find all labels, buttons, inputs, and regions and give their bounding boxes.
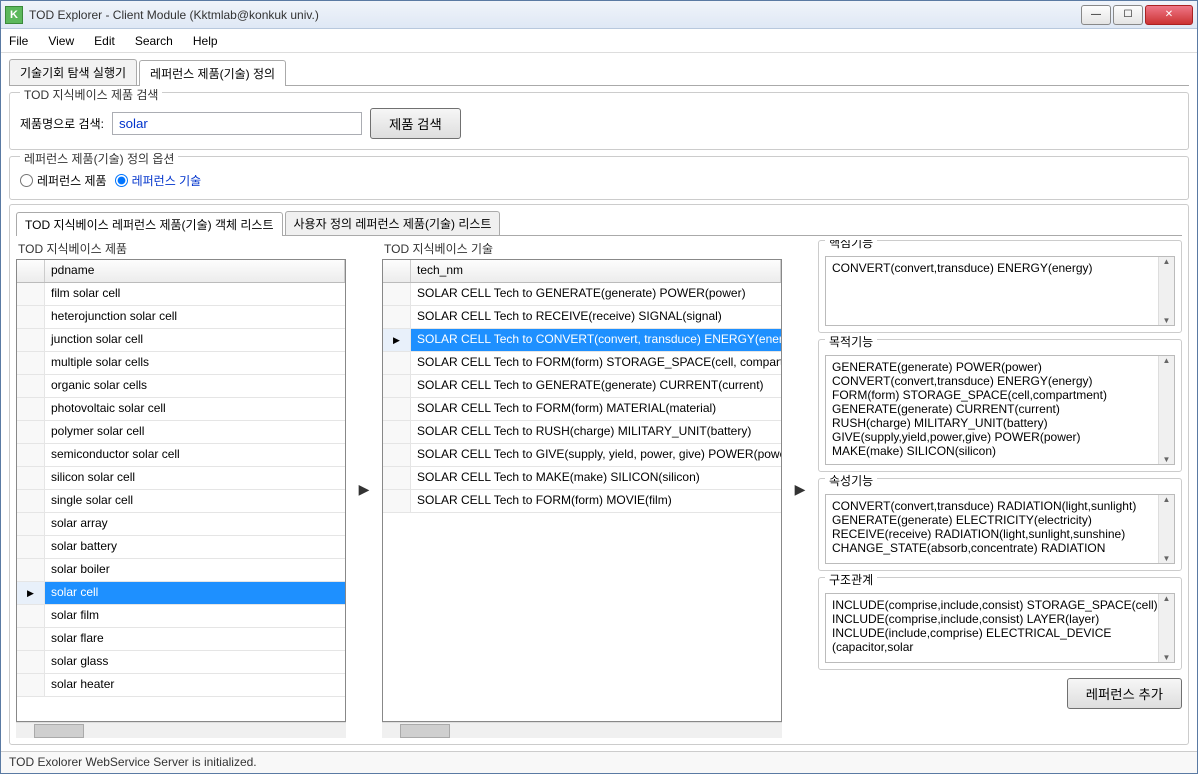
arrow-right-2[interactable]: ▶ (790, 240, 810, 738)
hscroll-mid[interactable] (382, 722, 782, 738)
app-window: K TOD Explorer - Client Module (Kktmlab@… (0, 0, 1198, 774)
search-button[interactable]: 제품 검색 (370, 108, 461, 139)
group-attr: 속성기능 CONVERT(convert,transduce) RADIATIO… (818, 478, 1182, 571)
table-row[interactable]: ▶SOLAR CELL Tech to CONVERT(convert, tra… (383, 329, 781, 352)
lists-area: TOD 지식베이스 레퍼런스 제품(기술) 객체 리스트 사용자 정의 레퍼런스… (9, 204, 1189, 745)
table-row[interactable]: solar flare (17, 628, 345, 651)
core-func-box[interactable]: CONVERT(convert,transduce) ENERGY(energy… (825, 256, 1175, 326)
mid-title: TOD 지식베이스 기술 (382, 240, 782, 257)
app-icon: K (5, 6, 23, 24)
table-row[interactable]: multiple solar cells (17, 352, 345, 375)
table-row[interactable]: photovoltaic solar cell (17, 398, 345, 421)
search-panel: TOD 지식베이스 제품 검색 제품명으로 검색: 제품 검색 (9, 92, 1189, 150)
hscroll-left[interactable] (16, 722, 346, 738)
table-row[interactable]: solar film (17, 605, 345, 628)
table-row[interactable]: organic solar cells (17, 375, 345, 398)
tech-grid[interactable]: tech_nm SOLAR CELL Tech to GENERATE(gene… (382, 259, 782, 722)
table-row[interactable]: ▶solar cell (17, 582, 345, 605)
subtab-user-list[interactable]: 사용자 정의 레퍼런스 제품(기술) 리스트 (285, 211, 501, 235)
radio-ref-tech[interactable]: 레퍼런스 기술 (115, 172, 202, 189)
col-pdname[interactable]: pdname (45, 260, 345, 282)
table-row[interactable]: SOLAR CELL Tech to GENERATE(generate) CU… (383, 375, 781, 398)
struct-rel-box[interactable]: INCLUDE(comprise,include,consist) STORAG… (825, 593, 1175, 663)
titlebar: K TOD Explorer - Client Module (Kktmlab@… (1, 1, 1197, 29)
table-row[interactable]: SOLAR CELL Tech to GENERATE(generate) PO… (383, 283, 781, 306)
arrow-right-1[interactable]: ▶ (354, 240, 374, 738)
table-row[interactable]: SOLAR CELL Tech to GIVE(supply, yield, p… (383, 444, 781, 467)
menu-search[interactable]: Search (135, 34, 173, 48)
table-row[interactable]: junction solar cell (17, 329, 345, 352)
option-panel: 레퍼런스 제품(기술) 정의 옵션 레퍼런스 제품 레퍼런스 기술 (9, 156, 1189, 200)
table-row[interactable]: solar battery (17, 536, 345, 559)
left-title: TOD 지식베이스 제품 (16, 240, 346, 257)
main-tabs: 기술기회 탐색 실행기 레퍼런스 제품(기술) 정의 (9, 59, 1189, 86)
subtab-kb-list[interactable]: TOD 지식베이스 레퍼런스 제품(기술) 객체 리스트 (16, 212, 283, 236)
table-row[interactable]: heterojunction solar cell (17, 306, 345, 329)
menu-file[interactable]: File (9, 34, 28, 48)
table-row[interactable]: polymer solar cell (17, 421, 345, 444)
maximize-button[interactable]: ☐ (1113, 5, 1143, 25)
menu-edit[interactable]: Edit (94, 34, 115, 48)
option-legend: 레퍼런스 제품(기술) 정의 옵션 (20, 150, 178, 167)
table-row[interactable]: SOLAR CELL Tech to RUSH(charge) MILITARY… (383, 421, 781, 444)
table-row[interactable]: SOLAR CELL Tech to RECEIVE(receive) SIGN… (383, 306, 781, 329)
search-label: 제품명으로 검색: (20, 115, 104, 132)
purpose-func-box[interactable]: GENERATE(generate) POWER(power)CONVERT(c… (825, 355, 1175, 465)
table-row[interactable]: solar glass (17, 651, 345, 674)
table-row[interactable]: solar array (17, 513, 345, 536)
minimize-button[interactable]: — (1081, 5, 1111, 25)
group-struct: 구조관계 INCLUDE(comprise,include,consist) S… (818, 577, 1182, 670)
product-grid[interactable]: pdname film solar cellheterojunction sol… (16, 259, 346, 722)
search-input[interactable] (112, 112, 362, 135)
statusbar: TOD Exolorer WebService Server is initia… (1, 751, 1197, 773)
table-row[interactable]: SOLAR CELL Tech to FORM(form) MOVIE(film… (383, 490, 781, 513)
table-row[interactable]: single solar cell (17, 490, 345, 513)
col-technm[interactable]: tech_nm (411, 260, 781, 282)
table-row[interactable]: solar heater (17, 674, 345, 697)
search-legend: TOD 지식베이스 제품 검색 (20, 86, 162, 103)
table-row[interactable]: SOLAR CELL Tech to MAKE(make) SILICON(si… (383, 467, 781, 490)
table-row[interactable]: silicon solar cell (17, 467, 345, 490)
table-row[interactable]: solar boiler (17, 559, 345, 582)
tab-search-runner[interactable]: 기술기회 탐색 실행기 (9, 59, 137, 85)
table-row[interactable]: film solar cell (17, 283, 345, 306)
close-button[interactable]: ✕ (1145, 5, 1193, 25)
radio-ref-product[interactable]: 레퍼런스 제품 (20, 172, 107, 189)
window-title: TOD Explorer - Client Module (Kktmlab@ko… (29, 8, 1081, 22)
menu-help[interactable]: Help (193, 34, 218, 48)
menu-view[interactable]: View (48, 34, 74, 48)
table-row[interactable]: SOLAR CELL Tech to FORM(form) MATERIAL(m… (383, 398, 781, 421)
tab-reference-def[interactable]: 레퍼런스 제품(기술) 정의 (139, 60, 286, 86)
attr-func-box[interactable]: CONVERT(convert,transduce) RADIATION(lig… (825, 494, 1175, 564)
group-core: 핵심기능 CONVERT(convert,transduce) ENERGY(e… (818, 240, 1182, 333)
table-row[interactable]: semiconductor solar cell (17, 444, 345, 467)
table-row[interactable]: SOLAR CELL Tech to FORM(form) STORAGE_SP… (383, 352, 781, 375)
add-reference-button[interactable]: 레퍼런스 추가 (1067, 678, 1182, 709)
menubar: File View Edit Search Help (1, 29, 1197, 53)
group-purpose: 목적기능 GENERATE(generate) POWER(power)CONV… (818, 339, 1182, 472)
